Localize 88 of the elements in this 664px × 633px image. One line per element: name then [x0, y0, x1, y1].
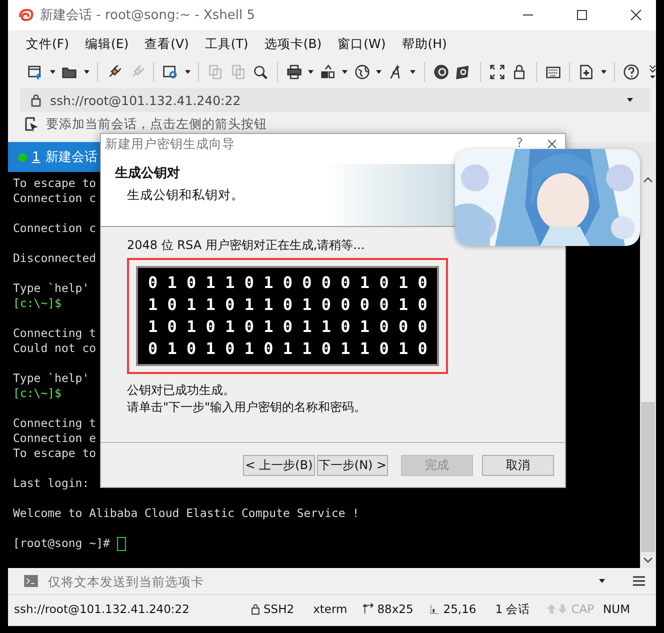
transfer-icon[interactable] [320, 63, 336, 81]
resize-icon [363, 603, 374, 615]
shell-icon[interactable] [432, 63, 450, 81]
terminal-line: [c:\~]$ [13, 296, 62, 311]
status-cursor: 25,16 [443, 602, 476, 616]
fullscreen-icon[interactable] [488, 63, 506, 81]
caret-icon[interactable] [627, 98, 633, 102]
terminal-line: Connecting t [13, 326, 96, 341]
down-arrow-icon [557, 603, 568, 615]
status-num: NUM [603, 602, 630, 616]
session-tab[interactable]: 1 新建会话 [8, 142, 100, 172]
scroll-down-icon[interactable] [643, 557, 653, 563]
bit-row-text: 0 1 0 1 1 0 1 0 0 0 0 1 0 1 0 [147, 272, 428, 294]
message-text: 公钥对已成功生成。 [127, 382, 236, 399]
terminal-line: [c:\~]$ [13, 386, 62, 401]
terminal-line: Connecting t [13, 416, 96, 431]
more-icon[interactable] [648, 64, 656, 80]
terminal-line: Welcome to Alibaba Cloud Elastic Compute Service ! [13, 506, 360, 521]
cursor-position-icon [429, 603, 440, 615]
printer-icon[interactable] [286, 63, 302, 81]
terminal-line: [root@song ~]# [13, 536, 110, 551]
lock-icon [30, 93, 42, 107]
progress-text: 2048 位 RSA 用户密钥对正在生成,请稍等... [127, 237, 366, 254]
caret-icon[interactable] [84, 70, 90, 74]
wizard-heading: 生成公钥对 [115, 165, 181, 182]
wizard-button[interactable]: 取消 [482, 454, 554, 476]
add-icon[interactable] [578, 63, 595, 81]
terminal-icon [24, 575, 38, 587]
caret-icon[interactable] [410, 70, 416, 74]
caret-icon[interactable] [308, 70, 314, 74]
terminal-line: Could not co [13, 341, 96, 356]
scroll-up-icon[interactable] [643, 177, 653, 183]
status-terminal: xterm [313, 602, 348, 616]
globe-icon[interactable] [354, 63, 370, 81]
send-field[interactable]: 仅将文本发送到当前选项卡 [46, 572, 588, 590]
help-button[interactable]: ? [516, 136, 523, 148]
bit-row-text: 1 0 1 0 1 0 1 0 1 1 0 1 0 0 0 [147, 316, 428, 338]
terminal-line: Last login: [13, 476, 90, 491]
new-session-icon[interactable] [27, 63, 44, 81]
menu-item[interactable]: 编辑(E) [84, 36, 129, 52]
status-protocol: SSH2 [264, 602, 294, 616]
maximize-icon[interactable] [576, 9, 588, 21]
dialog-title: 新建用户密钥生成向导 [105, 136, 235, 152]
hint-text: 要添加当前会话，点击左侧的箭头按钮 [46, 116, 267, 133]
caret-icon[interactable] [342, 70, 348, 74]
bit-row-text: 0 1 0 1 0 1 0 1 1 0 1 1 0 1 0 [147, 338, 428, 360]
app-logo-icon [18, 7, 34, 23]
terminal-line: Type `help' [13, 281, 90, 296]
terminal-line: Connection e [13, 431, 96, 446]
message-text: 请单击"下一步"输入用户密钥的名称和密码。 [127, 399, 368, 416]
arrow-icon[interactable] [24, 116, 40, 132]
caret-icon[interactable] [600, 70, 606, 74]
menu-icon[interactable] [632, 575, 646, 587]
bit-row-text: 1 0 1 1 0 1 1 0 1 0 0 0 0 1 0 [147, 294, 428, 316]
status-size: 88x25 [377, 602, 414, 616]
terminal-line: Connection c [13, 221, 96, 236]
status-address: ssh://root@101.132.41.240:22 [14, 602, 190, 616]
search-icon[interactable] [252, 63, 269, 81]
lock-icon [250, 603, 260, 615]
scrollbar[interactable] [640, 172, 656, 568]
caret-icon[interactable] [599, 579, 605, 583]
terminal-line: To escape to [13, 176, 96, 191]
address-field[interactable]: ssh://root@101.132.41.240:22 [20, 88, 650, 112]
menu-item[interactable]: 文件(F) [26, 36, 69, 52]
close-icon[interactable] [547, 139, 557, 149]
up-arrow-icon [546, 603, 558, 615]
menu-item[interactable]: 窗口(W) [338, 36, 386, 52]
wizard-button[interactable]: < 上一步(B) [243, 454, 315, 476]
menu-item[interactable]: 工具(T) [204, 36, 248, 52]
wizard-subheading: 生成公钥和私钥对。 [126, 187, 244, 204]
menu-item[interactable]: 帮助(H) [402, 36, 447, 52]
terminal-line: To escape to [13, 446, 96, 461]
caret-icon[interactable] [376, 70, 382, 74]
status-sessions: 1 会话 [495, 602, 530, 616]
scroll-thumb[interactable] [641, 402, 655, 552]
window-title: 新建会话 - root@song:~ - Xshell 5 [40, 7, 256, 24]
terminal-line: Type `help' [13, 371, 90, 386]
menu-item[interactable]: 选项卡(B) [264, 36, 322, 52]
terminal-line: Connection c [13, 191, 96, 206]
caret-icon[interactable] [184, 70, 190, 74]
wizard-button[interactable]: 下一步(N) > [317, 454, 388, 476]
settings-icon[interactable] [162, 63, 179, 81]
caret-icon[interactable] [50, 70, 56, 74]
menu-item[interactable]: 查看(V) [144, 36, 189, 52]
status-caps: CAP [571, 602, 594, 616]
terminal-line: Disconnected [13, 251, 96, 266]
close-icon[interactable] [630, 9, 642, 21]
help-icon[interactable] [623, 63, 640, 81]
